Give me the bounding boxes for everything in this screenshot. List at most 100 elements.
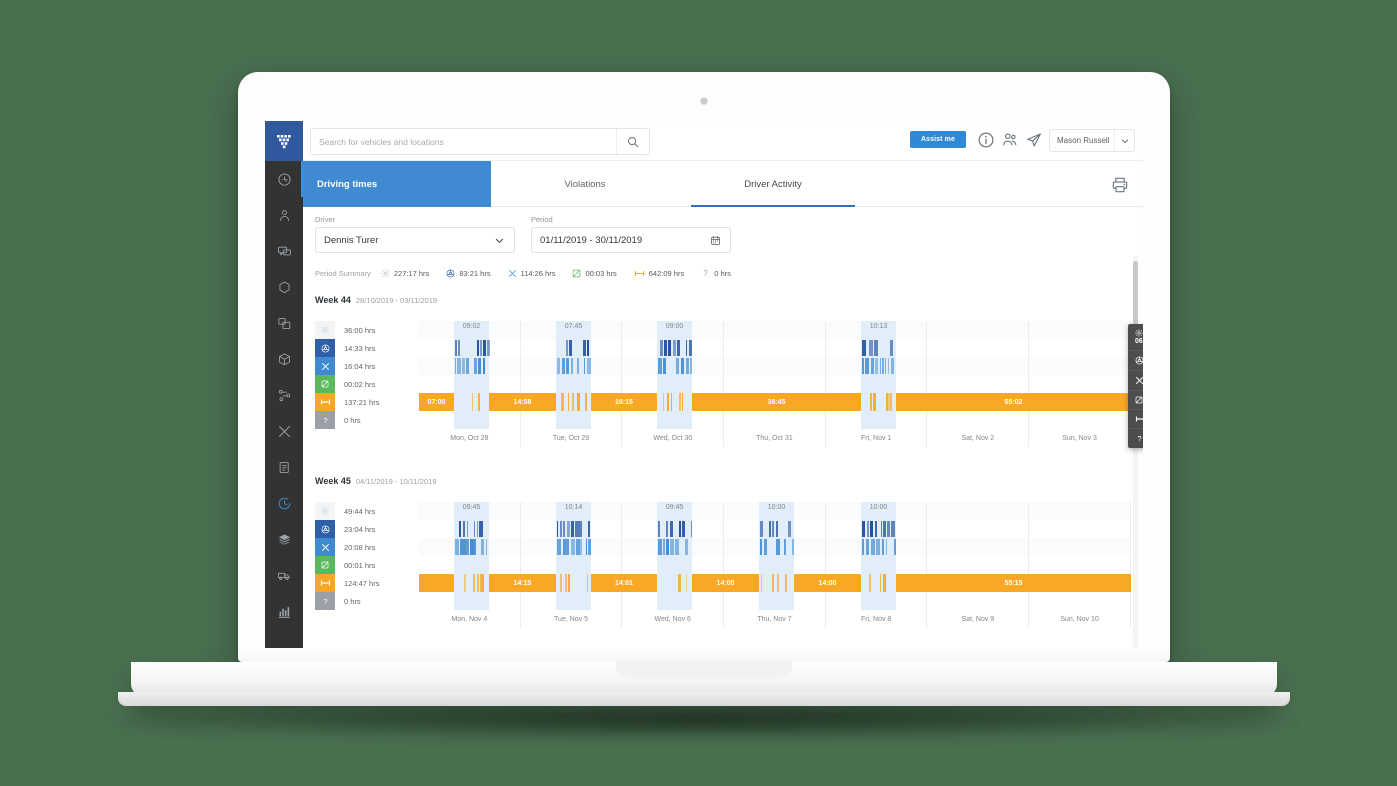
square-icon bbox=[1135, 396, 1143, 404]
rest-segment[interactable]: 16:15 bbox=[591, 393, 657, 411]
rest-stripe bbox=[482, 574, 484, 592]
day-label: Sun, Nov 10 bbox=[1029, 610, 1131, 628]
summary-unknown-value: 0 hrs bbox=[714, 269, 731, 278]
rest-segment[interactable]: 14:58 bbox=[489, 393, 556, 411]
activity-stripe bbox=[557, 539, 561, 555]
rest-segment[interactable] bbox=[419, 574, 454, 592]
activity-stripe bbox=[658, 521, 661, 537]
rest-segment[interactable]: 55:15 bbox=[896, 574, 1131, 592]
rest-segment[interactable]: 55:02 bbox=[896, 393, 1131, 411]
day-highlight-thu[interactable] bbox=[759, 502, 794, 610]
tools-icon bbox=[315, 538, 335, 556]
activity-stripe bbox=[672, 340, 677, 356]
activity-stripe bbox=[783, 539, 786, 555]
laptop-base bbox=[131, 662, 1277, 696]
period-calendar-button[interactable] bbox=[708, 235, 722, 246]
rest-segment[interactable]: 14:01 bbox=[591, 574, 657, 592]
rest-stripe bbox=[662, 393, 664, 411]
rest-stripe bbox=[572, 393, 575, 411]
chevron-down-icon bbox=[1121, 138, 1128, 143]
activity-stripe bbox=[768, 521, 772, 537]
sidebar-item-drivers[interactable] bbox=[265, 197, 303, 233]
legend-value-daylight: 36:00 hrs bbox=[344, 325, 376, 335]
activity-stripe bbox=[862, 358, 865, 374]
day-highlight-mon[interactable] bbox=[454, 321, 489, 429]
day-highlight-fri[interactable] bbox=[861, 321, 896, 429]
day-label: Tue, Nov 5 bbox=[521, 610, 623, 628]
activity-stripe bbox=[665, 539, 669, 555]
rest-label: 14:01 bbox=[615, 579, 633, 587]
print-button[interactable] bbox=[1110, 175, 1132, 197]
activity-stripe bbox=[871, 539, 876, 555]
question-icon: ? bbox=[315, 592, 335, 610]
search-button[interactable] bbox=[617, 129, 649, 154]
sidebar-item-messages[interactable] bbox=[265, 233, 303, 269]
info-icon[interactable] bbox=[977, 131, 995, 149]
driver-select-caret[interactable] bbox=[492, 236, 506, 245]
rest-segment[interactable]: 14:00 bbox=[794, 574, 861, 592]
activity-stripe bbox=[576, 539, 580, 555]
driver-select[interactable]: Dennis Turer bbox=[315, 227, 515, 253]
assist-me-button[interactable]: Assist me bbox=[910, 131, 966, 148]
sidebar-item-routes[interactable] bbox=[265, 377, 303, 413]
day-highlight-mon[interactable] bbox=[454, 502, 489, 610]
day-label: Wed, Nov 6 bbox=[622, 610, 725, 628]
vertical-scrollbar[interactable] bbox=[1133, 256, 1138, 648]
activity-stripe bbox=[473, 358, 477, 374]
sidebar-item-fleet[interactable] bbox=[265, 557, 303, 593]
people-icon[interactable] bbox=[1001, 131, 1019, 149]
rest-segment[interactable]: 14:15 bbox=[489, 574, 556, 592]
summary-rest: 642:09 hrs bbox=[634, 269, 684, 278]
summary-availability: 00:03 hrs bbox=[572, 269, 617, 278]
search-bar[interactable] bbox=[310, 128, 650, 155]
rest-stripe bbox=[761, 574, 763, 592]
day-highlight-tue[interactable] bbox=[556, 502, 591, 610]
sidebar-item-dashboard[interactable] bbox=[265, 161, 303, 197]
day-highlight-tue[interactable] bbox=[556, 321, 591, 429]
activity-stripe bbox=[480, 340, 483, 356]
svg-text:?: ? bbox=[323, 597, 327, 606]
laptop-frame: Assist me bbox=[0, 0, 1397, 786]
sidebar-item-forms[interactable] bbox=[265, 449, 303, 485]
rest-stripe bbox=[678, 393, 681, 411]
day-highlight-fri[interactable] bbox=[861, 502, 896, 610]
day-highlight-wed[interactable] bbox=[657, 321, 692, 429]
user-menu-caret[interactable] bbox=[1114, 130, 1134, 151]
sidebar-item-cargo[interactable] bbox=[265, 341, 303, 377]
sidebar-item-analytics[interactable] bbox=[265, 593, 303, 629]
legend-value-availability: 00:02 hrs bbox=[344, 379, 376, 389]
sidebar-item-layers[interactable] bbox=[265, 521, 303, 557]
sidebar-item-maintenance[interactable] bbox=[265, 413, 303, 449]
day-highlight-wed[interactable] bbox=[657, 502, 692, 610]
tab-driver-activity[interactable]: Driver Activity bbox=[679, 161, 867, 207]
tab-driving-times[interactable]: Driving times bbox=[303, 161, 491, 207]
sidebar-item-zones[interactable] bbox=[265, 269, 303, 305]
wheel-icon bbox=[446, 269, 455, 278]
rest-segment[interactable]: 07:00 bbox=[419, 393, 454, 411]
send-icon[interactable] bbox=[1025, 131, 1043, 149]
rest-segment[interactable]: 14:00 bbox=[692, 574, 759, 592]
activity-stripe bbox=[459, 539, 462, 555]
tab-violations[interactable]: Violations bbox=[491, 161, 679, 207]
activity-chart-area: Week 44 28/10/2019 - 03/11/2019 36:00 hrs bbox=[303, 285, 1143, 648]
sidebar-item-driving-times[interactable] bbox=[265, 485, 303, 521]
legend-value-rest: 124:47 hrs bbox=[344, 578, 380, 588]
activity-stripe bbox=[566, 358, 570, 374]
activity-stripe bbox=[477, 340, 479, 356]
week-44-name: Week 44 bbox=[315, 295, 351, 305]
period-picker[interactable]: 01/11/2019 - 30/11/2019 bbox=[531, 227, 731, 253]
activity-stripe bbox=[571, 539, 575, 555]
activity-stripe bbox=[874, 521, 878, 537]
app-logo[interactable] bbox=[265, 121, 303, 161]
sidebar-item-assets[interactable] bbox=[265, 305, 303, 341]
bed-icon bbox=[315, 393, 335, 411]
activity-stripe bbox=[885, 539, 887, 555]
user-menu[interactable]: Mason Russell bbox=[1049, 129, 1135, 152]
legend-row-unknown: ? 0 hrs bbox=[315, 411, 419, 429]
search-input[interactable] bbox=[311, 129, 616, 154]
left-nav-rail bbox=[265, 161, 303, 648]
activity-stripe bbox=[883, 521, 887, 537]
rest-label: 55:02 bbox=[1004, 398, 1023, 406]
rest-segment[interactable]: 38:45 bbox=[692, 393, 861, 411]
activity-stripe bbox=[760, 521, 764, 537]
